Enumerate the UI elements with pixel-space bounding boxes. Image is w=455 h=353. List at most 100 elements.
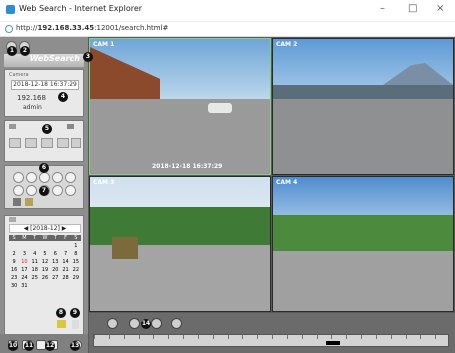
calendar-day[interactable]: 1 (71, 243, 81, 249)
calendar-day[interactable]: 5 (40, 251, 50, 257)
camera-button[interactable] (65, 185, 76, 196)
camera-label: CAM 1 (93, 41, 115, 48)
camera-button[interactable] (52, 185, 63, 196)
calendar-day[interactable]: 28 (60, 275, 70, 281)
camera-view-4[interactable]: CAM 4 (272, 176, 454, 312)
calendar-day[interactable]: 20 (50, 267, 60, 273)
quad-view-icon[interactable] (25, 198, 33, 206)
timeline-cursor[interactable] (326, 341, 340, 345)
camera-label: CAM 2 (276, 41, 298, 48)
next-frame-button[interactable] (71, 138, 81, 148)
camera-button[interactable] (13, 172, 24, 183)
calendar-day[interactable]: 31 (19, 283, 29, 289)
marker-4: 4 (58, 92, 68, 102)
timeline-button[interactable] (107, 318, 118, 329)
marker-10: 10 (8, 341, 18, 351)
camera-button[interactable] (52, 172, 63, 183)
calendar-day (50, 243, 60, 249)
calendar-day[interactable]: 14 (60, 259, 70, 265)
timeline-tick (390, 335, 392, 339)
camera-view-3[interactable]: CAM 3 (89, 176, 271, 312)
calendar-day[interactable]: 12 (40, 259, 50, 265)
marker-7: 7 (39, 186, 49, 196)
timeline-tick (94, 335, 95, 339)
marker-3: 3 (83, 52, 93, 62)
calendar-day[interactable]: 18 (30, 267, 40, 273)
maximize-button[interactable]: □ (408, 3, 417, 14)
timeline-tick (331, 335, 333, 339)
play-button[interactable] (41, 138, 53, 148)
shelter (112, 237, 138, 259)
calendar-day[interactable]: 3 (19, 251, 29, 257)
calendar-day[interactable]: 26 (40, 275, 50, 281)
info-panel: Camera 2018-12-18 16:37:29 192.168 admin (4, 69, 84, 117)
camera-button[interactable] (13, 185, 24, 196)
calendar-day[interactable]: 17 (19, 267, 29, 273)
prev-frame-button[interactable] (9, 138, 21, 148)
calendar-icon (9, 217, 16, 222)
address-bar[interactable]: http://192.168.33.45:12001/search.html# (0, 22, 455, 37)
datetime-display: 2018-12-18 16:37:29 (11, 80, 79, 90)
timeline-tick (212, 335, 214, 339)
calendar-day[interactable]: 15 (71, 259, 81, 265)
timeline-tick (123, 335, 125, 339)
timeline-tick (286, 335, 288, 339)
calendar-day[interactable]: 8 (71, 251, 81, 257)
camera-button[interactable] (65, 172, 76, 183)
edit-icon[interactable] (67, 124, 74, 129)
camera-button[interactable] (26, 185, 37, 196)
calendar-day[interactable]: 21 (60, 267, 70, 273)
close-button[interactable]: × (436, 3, 444, 14)
calendar-day[interactable]: 11 (30, 259, 40, 265)
timeline-bar[interactable] (93, 334, 449, 347)
calendar-day[interactable]: 4 (30, 251, 40, 257)
calendar-day[interactable]: 29 (71, 275, 81, 281)
calendar-day[interactable]: 16 (9, 267, 19, 273)
export-icon[interactable] (57, 320, 66, 328)
timeline-tick (405, 335, 407, 339)
weekday-header: F (60, 235, 71, 241)
url-text[interactable]: http://192.168.33.45:12001/search.html# (16, 24, 168, 32)
timeline-tick (138, 335, 140, 339)
forward-button[interactable] (57, 138, 69, 148)
prev-month-button[interactable]: ◀ (24, 225, 29, 232)
calendar-day[interactable]: 24 (19, 275, 29, 281)
calendar-grid: S M T W T F S 1 2 3 4 5 6 7 8 9 10 11 12 13 14 15 16 17 18 19 20 21… (9, 235, 81, 289)
timeline-button[interactable] (151, 318, 162, 329)
calendar-day[interactable]: 19 (40, 267, 50, 273)
calendar-day[interactable]: 27 (50, 275, 60, 281)
calendar-day[interactable]: 22 (71, 267, 81, 273)
calendar-day[interactable]: 10 (19, 259, 29, 265)
timeline-button[interactable] (129, 318, 140, 329)
calendar-day[interactable]: 2 (9, 251, 19, 257)
timeline-button[interactable] (171, 318, 182, 329)
next-month-button[interactable]: ▶ (62, 225, 67, 232)
marker-6: 6 (39, 163, 49, 173)
calendar-day[interactable]: 9 (9, 259, 19, 265)
parking-lot (273, 251, 453, 311)
person-icon[interactable] (72, 320, 79, 329)
minimize-button[interactable]: – (380, 3, 385, 14)
camera-label: CAM 4 (276, 179, 298, 186)
calendar-day[interactable]: 30 (9, 283, 19, 289)
timeline-tick (316, 335, 318, 339)
parking-lot (273, 99, 453, 174)
rewind-button[interactable] (25, 138, 37, 148)
calendar-day[interactable]: 13 (50, 259, 60, 265)
camera-button[interactable] (39, 172, 50, 183)
marker-12: 12 (45, 341, 55, 351)
calendar-day[interactable]: 25 (30, 275, 40, 281)
camera-view-1[interactable]: CAM 1 2018-12-18 16:37:29 (89, 38, 271, 175)
panel-title: Camera (9, 72, 29, 78)
calendar-day[interactable]: 6 (50, 251, 60, 257)
device-ip: 192.168 (17, 94, 46, 102)
camera-timestamp: 2018-12-18 16:37:29 (152, 163, 223, 170)
calendar-day (30, 243, 40, 249)
weekday-header: S (70, 235, 81, 241)
camera-view-2[interactable]: CAM 2 (272, 38, 454, 175)
calendar-day[interactable]: 23 (9, 275, 19, 281)
camera-button[interactable] (26, 172, 37, 183)
calendar-day[interactable]: 7 (60, 251, 70, 257)
single-view-icon[interactable] (13, 198, 21, 206)
marker-11: 11 (24, 341, 34, 351)
